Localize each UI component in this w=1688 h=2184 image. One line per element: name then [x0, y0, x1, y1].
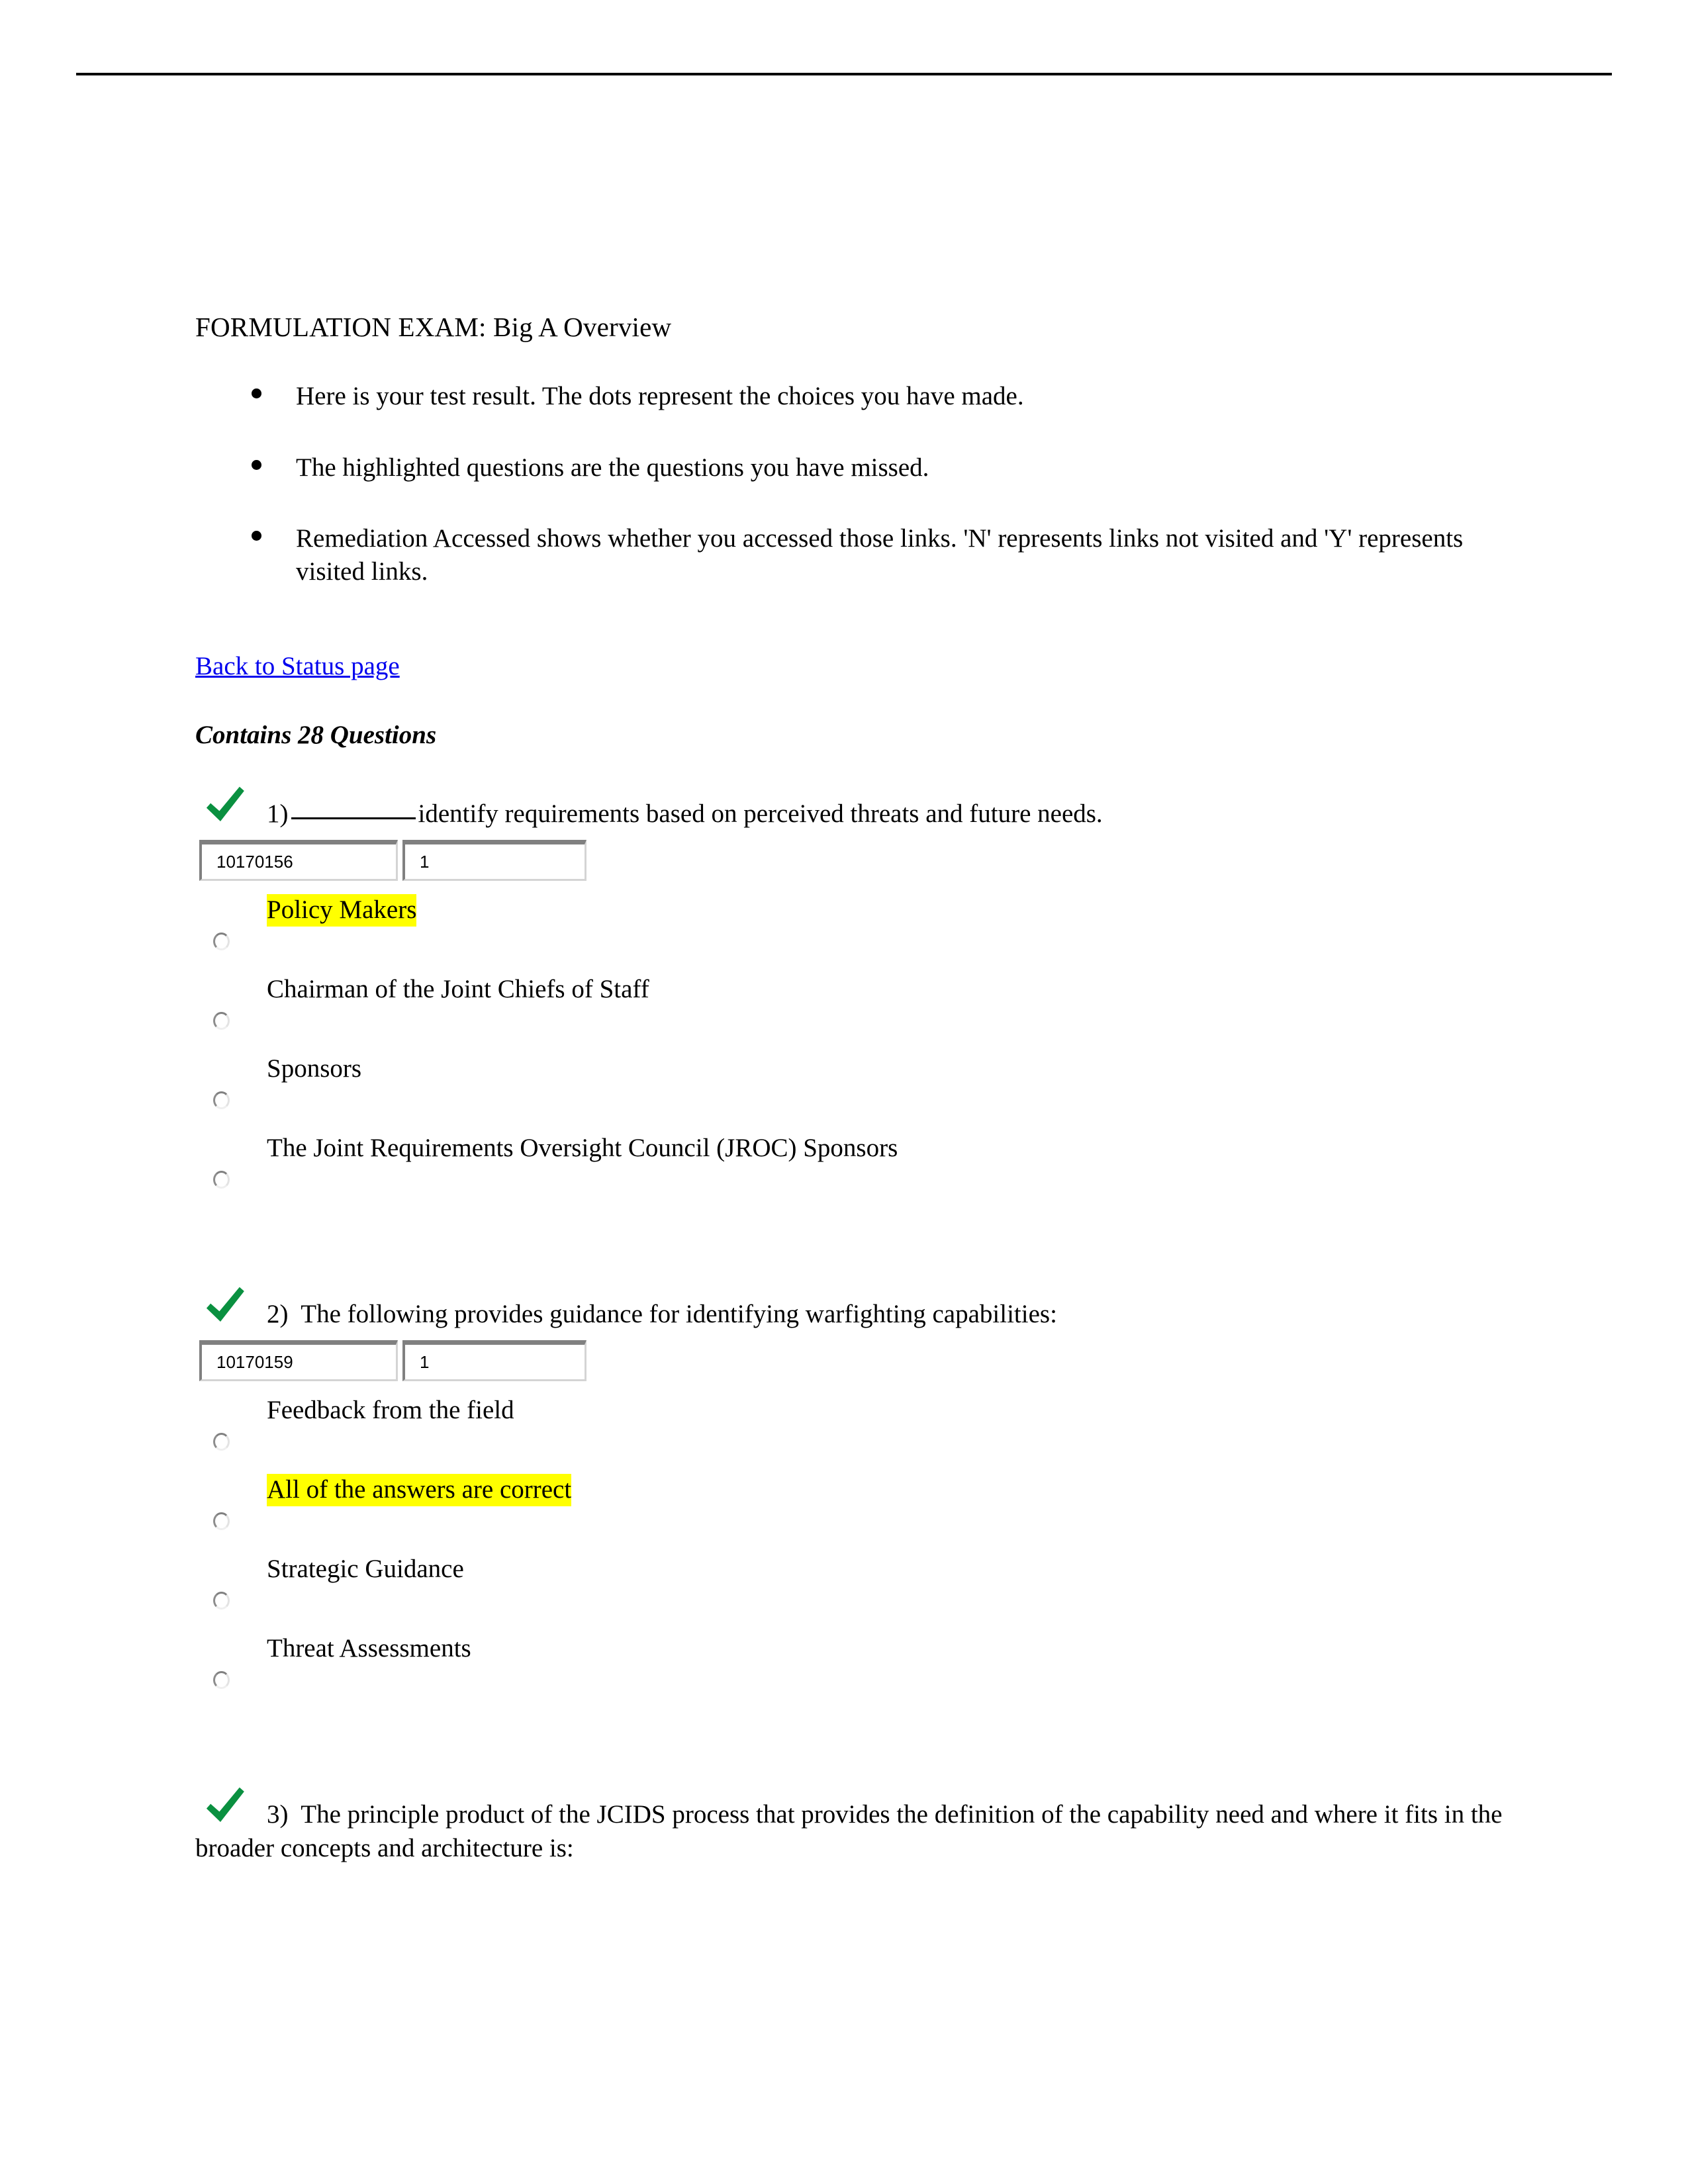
question-header: 2) The following provides guidance for i… [195, 1287, 1519, 1339]
document-body: FORMULATION EXAM: Big A Overview Here is… [195, 311, 1519, 1865]
question-body: The following provides guidance for iden… [301, 1300, 1057, 1329]
header-divider [76, 73, 1612, 75]
instruction-text: The highlighted questions are the questi… [296, 453, 929, 482]
question-attempt-cell: 1 [402, 1340, 586, 1382]
radio-button-icon[interactable] [213, 933, 230, 951]
bullet-icon [252, 459, 261, 470]
answer-label: Strategic Guidance [267, 1555, 464, 1584]
instruction-text: Here is your test result. The dots repre… [296, 382, 1024, 411]
answer-label: Feedback from the field [267, 1396, 514, 1425]
answer-option[interactable]: The Joint Requirements Oversight Council… [195, 1132, 1519, 1212]
radio-button-icon[interactable] [213, 1433, 230, 1451]
answer-options: Policy Makers Chairman of the Joint Chie… [195, 894, 1519, 1212]
answer-label: Policy Makers [267, 894, 417, 927]
answer-label: Threat Assessments [267, 1634, 471, 1663]
fill-in-blank [291, 817, 416, 820]
exam-results-page: FORMULATION EXAM: Big A Overview Here is… [0, 0, 1688, 2184]
question-number: 3) [267, 1800, 289, 1829]
question-block: 3) The principle product of the JCIDS pr… [195, 1787, 1519, 1865]
radio-button-icon[interactable] [213, 1012, 230, 1030]
back-to-status-link[interactable]: Back to Status page [195, 651, 400, 682]
answer-option[interactable]: Policy Makers [195, 894, 1519, 974]
answer-options: Feedback from the field All of the answe… [195, 1394, 1519, 1712]
radio-button-icon[interactable] [213, 1091, 230, 1110]
question-body: identify requirements based on perceived… [418, 799, 1103, 829]
answer-label: The Joint Requirements Oversight Council… [267, 1134, 898, 1163]
answer-option[interactable]: Chairman of the Joint Chiefs of Staff [195, 974, 1519, 1053]
radio-button-icon[interactable] [213, 1592, 230, 1610]
question-text: 1) identify requirements based on perceiv… [195, 797, 1519, 831]
question-id-cell: 10170156 [199, 840, 398, 882]
check-mark-icon [206, 1287, 244, 1322]
list-item: The highlighted questions are the questi… [195, 451, 1519, 484]
question-block: 1) identify requirements based on perceiv… [195, 786, 1519, 1212]
answer-label: Sponsors [267, 1054, 362, 1083]
question-header: 3) The principle product of the JCIDS pr… [195, 1787, 1519, 1865]
question-meta-table: 10170156 1 [199, 840, 586, 882]
question-attempt-cell: 1 [402, 840, 586, 882]
check-mark-icon [206, 1787, 244, 1822]
instruction-text: Remediation Accessed shows whether you a… [296, 524, 1464, 586]
instructions-list: Here is your test result. The dots repre… [195, 380, 1519, 588]
question-id-cell: 10170159 [199, 1340, 398, 1382]
bullet-icon [252, 388, 261, 399]
answer-option[interactable]: All of the answers are correct [195, 1474, 1519, 1553]
list-item: Here is your test result. The dots repre… [195, 380, 1519, 413]
answer-option[interactable]: Sponsors [195, 1053, 1519, 1132]
answer-option[interactable]: Feedback from the field [195, 1394, 1519, 1474]
question-number: 2) [267, 1300, 289, 1329]
question-meta-table: 10170159 1 [199, 1340, 586, 1382]
question-header: 1) identify requirements based on perceiv… [195, 786, 1519, 839]
question-block: 2) The following provides guidance for i… [195, 1287, 1519, 1712]
list-item: Remediation Accessed shows whether you a… [195, 522, 1519, 588]
answer-option[interactable]: Strategic Guidance [195, 1553, 1519, 1633]
radio-button-icon[interactable] [213, 1512, 230, 1531]
bullet-icon [252, 531, 261, 541]
answer-label: All of the answers are correct [267, 1474, 572, 1506]
question-body: The principle product of the JCIDS proce… [195, 1800, 1503, 1862]
page-title: FORMULATION EXAM: Big A Overview [195, 312, 672, 342]
question-text: 2) The following provides guidance for i… [195, 1298, 1519, 1332]
radio-button-icon[interactable] [213, 1171, 230, 1189]
question-number: 1) [267, 799, 289, 829]
question-text: 3) The principle product of the JCIDS pr… [195, 1798, 1519, 1865]
check-mark-icon [206, 786, 244, 821]
answer-label: Chairman of the Joint Chiefs of Staff [267, 975, 649, 1004]
answer-option[interactable]: Threat Assessments [195, 1633, 1519, 1712]
radio-button-icon[interactable] [213, 1671, 230, 1690]
question-count-heading: Contains 28 Questions [195, 721, 437, 750]
